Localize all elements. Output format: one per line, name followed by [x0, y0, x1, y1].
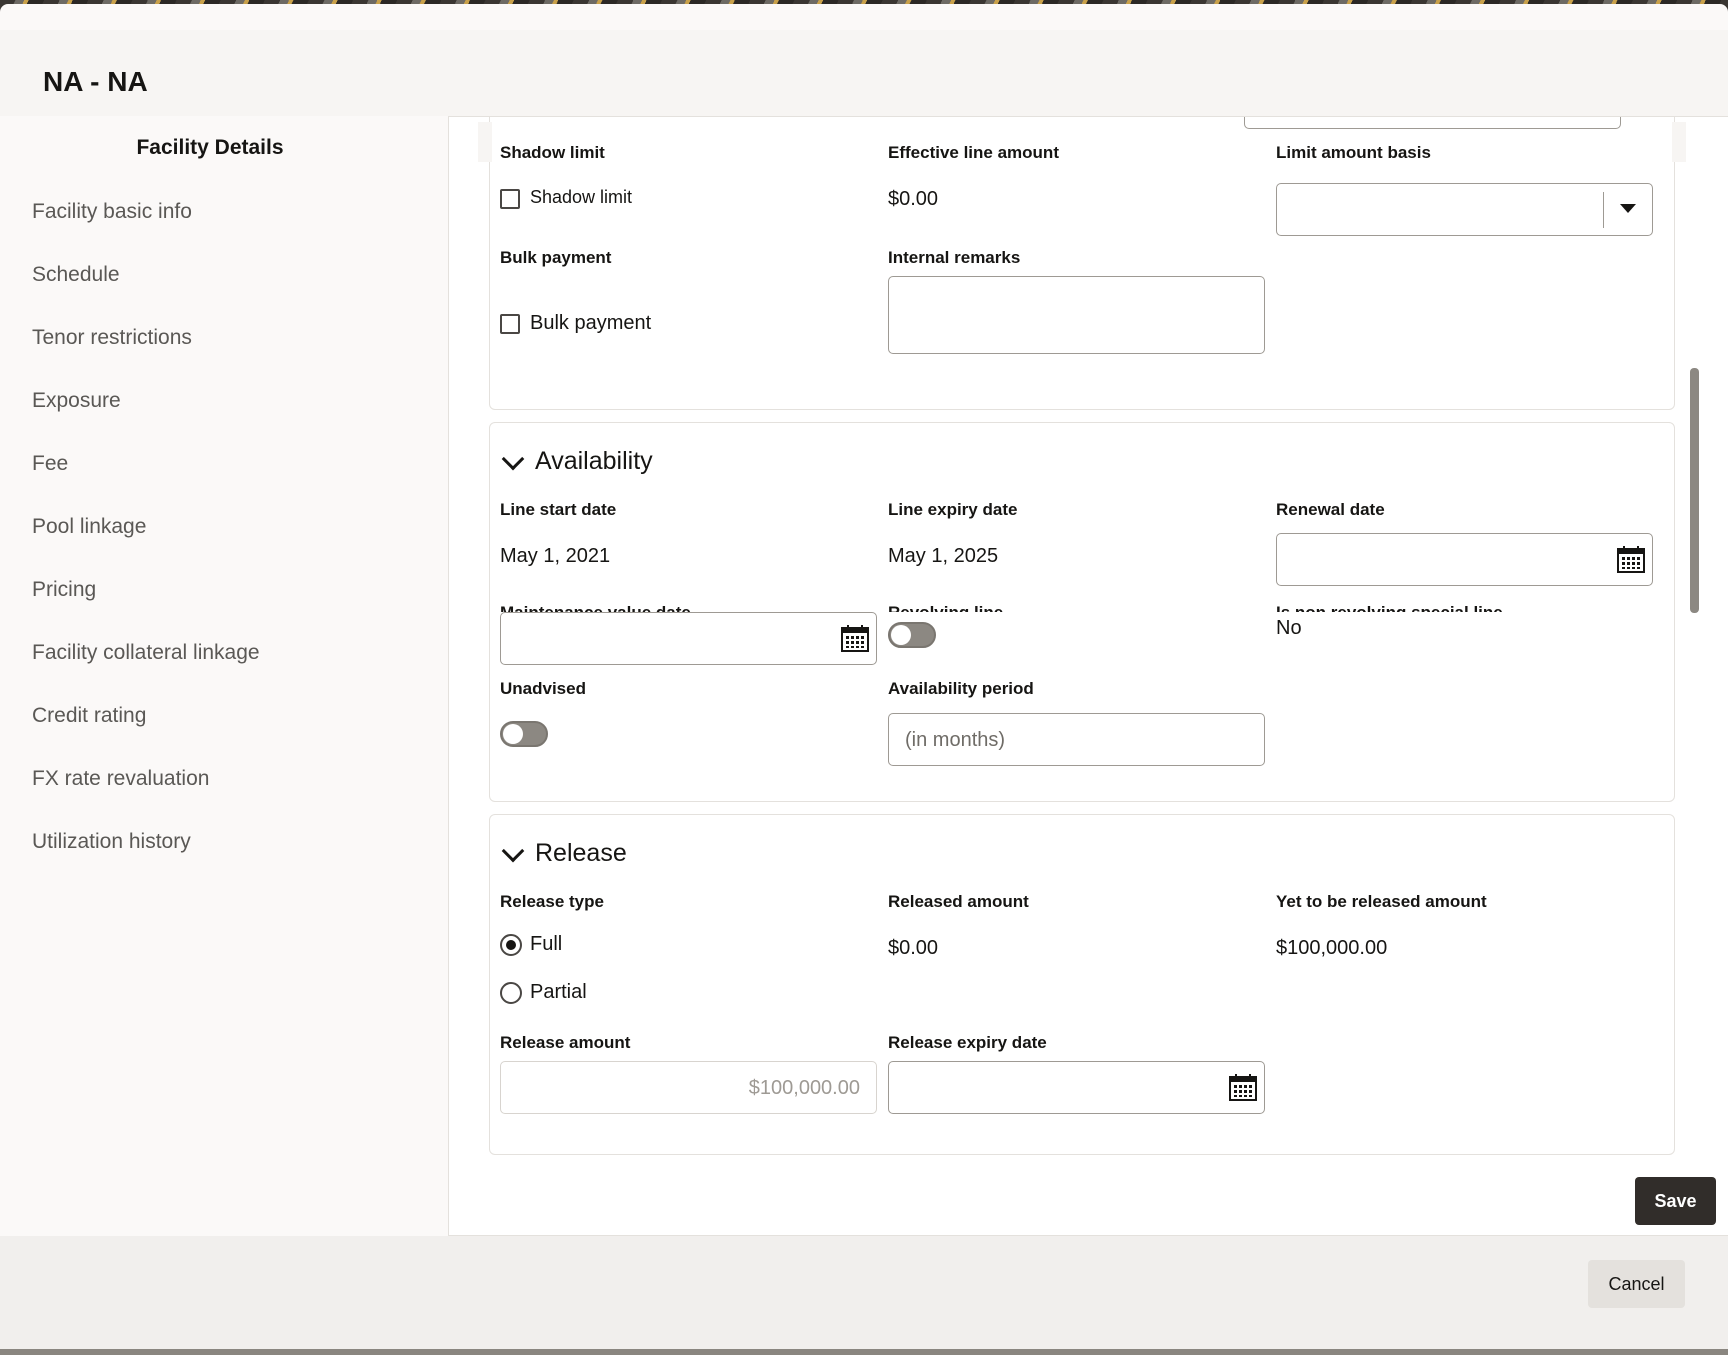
- line-start-date-value: May 1, 2021: [500, 545, 611, 567]
- sidebar-item-facility-collateral-linkage[interactable]: Facility collateral linkage: [32, 641, 260, 665]
- effective-line-amount-value: $0.00: [888, 188, 939, 210]
- unadvised-label: Unadvised: [500, 679, 586, 698]
- release-amount-input[interactable]: $100,000.00: [500, 1061, 877, 1114]
- cancel-button[interactable]: Cancel: [1588, 1260, 1685, 1308]
- release-title[interactable]: Release: [535, 839, 627, 868]
- release-expiry-date-label: Release expiry date: [888, 1033, 1047, 1052]
- sidebar-item-exposure[interactable]: Exposure: [32, 389, 121, 413]
- sidebar-title: Facility Details: [136, 136, 284, 159]
- sidebar-item-credit-rating[interactable]: Credit rating: [32, 704, 146, 728]
- availability-period-label: Availability period: [888, 679, 1034, 698]
- dialog-header: NA - NA: [0, 30, 1728, 120]
- sidebar-item-pool-linkage[interactable]: Pool linkage: [32, 515, 146, 539]
- calendar-icon[interactable]: [840, 623, 870, 653]
- release-type-partial-radio[interactable]: [500, 982, 522, 1004]
- released-amount-label: Released amount: [888, 892, 1029, 911]
- release-type-full-radio[interactable]: [500, 934, 522, 956]
- limit-amount-basis-select[interactable]: [1276, 183, 1653, 236]
- limits-section: Shadow limit Shadow limit Effective line…: [478, 117, 1686, 410]
- shadow-limit-checkbox[interactable]: [500, 189, 520, 209]
- revolving-line-label: Revolving line: [888, 603, 1003, 612]
- release-expiry-date-input[interactable]: [888, 1061, 1265, 1114]
- sidebar: Facility Details Facility basic info Sch…: [0, 116, 448, 1236]
- release-type-partial-label[interactable]: Partial: [530, 981, 587, 1004]
- sidebar-item-pricing[interactable]: Pricing: [32, 578, 96, 602]
- bulk-payment-checkbox[interactable]: [500, 314, 520, 334]
- dialog-title: NA - NA: [43, 66, 148, 97]
- calendar-icon[interactable]: [1616, 544, 1646, 574]
- sidebar-item-facility-basic-info[interactable]: Facility basic info: [32, 200, 192, 224]
- internal-remarks-label: Internal remarks: [888, 248, 1021, 267]
- sidebar-item-utilization-history[interactable]: Utilization history: [32, 830, 191, 854]
- chevron-down-icon[interactable]: [501, 839, 525, 863]
- is-non-revolving-label: Is non revolving special line: [1276, 603, 1503, 612]
- dialog-footer: Cancel: [0, 1236, 1728, 1349]
- effective-line-amount-label: Effective line amount: [888, 143, 1059, 162]
- chevron-down-icon[interactable]: [1620, 204, 1636, 213]
- line-expiry-date-label: Line expiry date: [888, 500, 1018, 519]
- availability-period-placeholder: (in months): [905, 729, 1006, 751]
- sidebar-item-tenor-restrictions[interactable]: Tenor restrictions: [32, 326, 192, 350]
- availability-section: Availability Line start date May 1, 2021…: [489, 422, 1675, 802]
- chevron-down-icon[interactable]: [501, 447, 525, 471]
- release-type-label: Release type: [500, 892, 604, 911]
- save-button[interactable]: Save: [1635, 1177, 1716, 1225]
- line-expiry-date-value: May 1, 2025: [888, 545, 999, 567]
- yet-to-be-released-label: Yet to be released amount: [1276, 892, 1487, 911]
- section-edge: [1672, 122, 1686, 162]
- limit-amount-basis-label: Limit amount basis: [1276, 143, 1431, 162]
- shadow-limit-checkbox-label[interactable]: Shadow limit: [530, 187, 632, 208]
- release-amount-label: Release amount: [500, 1033, 631, 1052]
- previous-field-input[interactable]: [1244, 117, 1621, 129]
- sidebar-item-schedule[interactable]: Schedule: [32, 263, 120, 287]
- scrollbar-thumb[interactable]: [1690, 368, 1699, 613]
- unadvised-toggle[interactable]: [500, 721, 548, 747]
- release-type-full-label[interactable]: Full: [530, 933, 562, 956]
- maintenance-value-date-label: Maintenance value date: [500, 603, 691, 612]
- bulk-payment-label: Bulk payment: [500, 248, 612, 267]
- sidebar-item-fx-rate-revaluation[interactable]: FX rate revaluation: [32, 767, 209, 791]
- revolving-line-toggle[interactable]: [888, 622, 936, 648]
- is-non-revolving-value: No: [1276, 617, 1302, 639]
- select-divider: [1603, 192, 1604, 228]
- renewal-date-label: Renewal date: [1276, 500, 1385, 519]
- availability-title[interactable]: Availability: [535, 447, 653, 476]
- maintenance-value-date-input[interactable]: [500, 612, 877, 665]
- line-start-date-label: Line start date: [500, 500, 617, 519]
- release-amount-value: $100,000.00: [748, 1077, 860, 1099]
- release-section: Release Release type Full Partial Releas…: [489, 814, 1675, 1155]
- internal-remarks-textarea[interactable]: [888, 276, 1265, 354]
- section-edge: [478, 122, 492, 162]
- sidebar-item-fee[interactable]: Fee: [32, 452, 68, 476]
- renewal-date-input[interactable]: [1276, 533, 1653, 586]
- shadow-limit-label: Shadow limit: [500, 143, 605, 162]
- content-panel[interactable]: Shadow limit Shadow limit Effective line…: [448, 116, 1728, 1236]
- availability-period-input[interactable]: (in months): [888, 713, 1265, 766]
- released-amount-value: $0.00: [888, 937, 939, 959]
- calendar-icon[interactable]: [1228, 1072, 1258, 1102]
- bulk-payment-checkbox-label[interactable]: Bulk payment: [530, 312, 651, 335]
- yet-to-be-released-value: $100,000.00: [1276, 937, 1388, 959]
- scrollbar-track[interactable]: [1689, 140, 1699, 1162]
